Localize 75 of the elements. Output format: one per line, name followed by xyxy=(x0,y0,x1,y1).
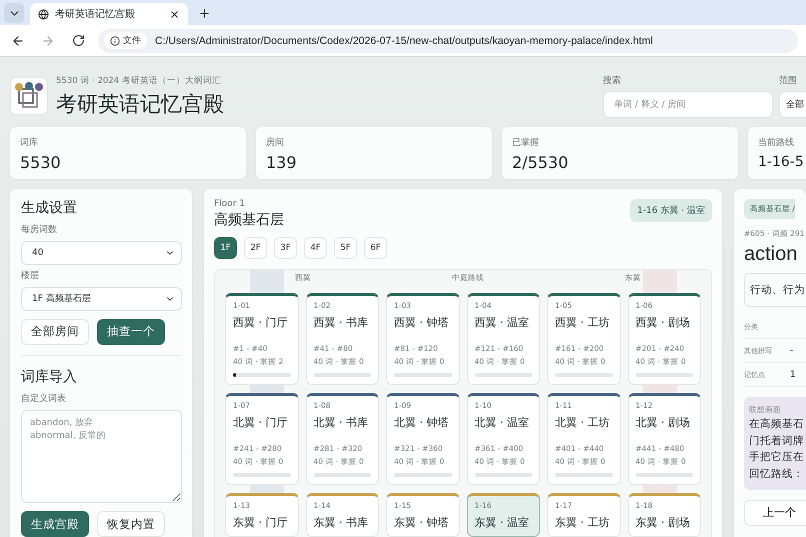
info-icon xyxy=(110,36,120,46)
stat-value: 2/5530 xyxy=(512,153,568,174)
current-room-badge: 1-16 东翼 · 温室 xyxy=(630,199,712,222)
globe-icon xyxy=(38,8,49,20)
tab-list-button[interactable] xyxy=(4,3,24,23)
scene-text: 在高频基石 xyxy=(749,418,805,432)
browser-tab[interactable]: 考研英语记忆宫殿 xyxy=(30,3,188,25)
url-text: C:/Users/Administrator/Documents/Codex/2026-07-15/new-chat/outputs/kaoyan-memory-palace/index.html xyxy=(155,34,653,46)
room-name: 北翼 · 书库 xyxy=(314,415,369,430)
floor-tab[interactable]: 3F xyxy=(274,237,297,259)
field-label: 每房词数 xyxy=(21,224,58,236)
room-name: 北翼 · 剧场 xyxy=(636,415,691,430)
stat-value: 1-16-5 xyxy=(758,153,804,172)
field-value: 1 xyxy=(790,370,796,380)
stat-label: 词库 xyxy=(20,136,39,149)
scene-text: 回忆路线： xyxy=(749,468,805,482)
room-name: 西翼 · 门厅 xyxy=(233,315,288,330)
floor-title: 高频基石层 xyxy=(214,211,284,229)
tab-title: 考研英语记忆宫殿 xyxy=(55,8,136,21)
logo-icon xyxy=(10,77,48,115)
room-name: 北翼 · 温室 xyxy=(474,415,530,430)
room-name: 西翼 · 钟塔 xyxy=(394,315,450,330)
room-name: 东翼 · 剧场 xyxy=(636,515,691,530)
search-field[interactable]: 单词 / 释义 / 房间 xyxy=(603,91,773,118)
room-name: 东翼 · 温室 xyxy=(474,515,530,530)
room-name: 东翼 · 书库 xyxy=(314,515,369,530)
per-room-select[interactable]: 40 xyxy=(21,241,182,265)
word-title: action xyxy=(744,242,798,267)
floor-tab[interactable]: 5F xyxy=(334,237,357,259)
room-name: 西翼 · 书库 xyxy=(314,315,369,330)
meaning-box: 行动、行为 xyxy=(744,273,806,307)
stat-label: 房间 xyxy=(266,136,285,149)
room-name: 西翼 · 工坊 xyxy=(555,315,610,330)
floor-select[interactable]: 1F 高频基石层 xyxy=(21,286,182,311)
scope-label: 范围 xyxy=(779,74,798,87)
floor-eyebrow: Floor 1 xyxy=(214,199,246,209)
room-name: 东翼 · 工坊 xyxy=(555,515,610,530)
action-button[interactable]: 生成宫殿 xyxy=(21,511,89,537)
close-icon[interactable] xyxy=(169,8,180,20)
field-value: - xyxy=(790,346,794,356)
room-name: 东翼 · 门厅 xyxy=(233,515,288,530)
section-title: 生成设置 xyxy=(21,199,78,217)
field-label: 自定义词表 xyxy=(21,392,67,405)
scope-select[interactable]: 全部 xyxy=(779,91,806,118)
previous-button[interactable]: 上一个 xyxy=(744,500,806,526)
room-name: 北翼 · 钟塔 xyxy=(394,415,450,430)
search-label: 搜索 xyxy=(603,74,622,87)
word-list-field[interactable]: abandon, 放弃 abnormal, 反常的 xyxy=(21,410,182,504)
action-button[interactable]: 抽查一个 xyxy=(97,318,165,345)
stat-label: 当前路线 xyxy=(758,136,795,149)
address-bar[interactable]: 文件 C:/Users/Administrator/Documents/Codex/2026-07-15/new-chat/outputs/kaoyan-memory-palace/index.html xyxy=(98,28,798,52)
forward-arrow-icon xyxy=(41,34,55,48)
scene-text: 手把它压在 xyxy=(749,451,805,465)
stat-value: 5530 xyxy=(20,153,61,174)
floor-tab[interactable]: 6F xyxy=(364,237,387,259)
room-name: 东翼 · 钟塔 xyxy=(394,515,450,530)
action-button[interactable]: 恢复内置 xyxy=(97,511,165,537)
floor-tab[interactable]: 2F xyxy=(244,237,267,259)
floor-tab[interactable]: 4F xyxy=(304,237,327,259)
plus-icon xyxy=(198,6,210,20)
field-label: 楼层 xyxy=(21,270,40,282)
room-name: 西翼 · 温室 xyxy=(474,315,530,330)
floor-tab[interactable]: 1F xyxy=(214,237,237,259)
reload-icon xyxy=(72,34,84,47)
app-title: 考研英语记忆宫殿 xyxy=(56,90,225,118)
stat-value: 139 xyxy=(266,153,297,174)
scene-text: 门托着词牌 xyxy=(749,434,805,448)
stat-label: 已掌握 xyxy=(512,136,540,149)
site-info-chip[interactable]: 文件 xyxy=(104,32,147,49)
subtitle: 5530 词 · 2024 考研英语（一）大纲词汇 xyxy=(56,74,222,86)
action-button[interactable]: 全部房间 xyxy=(21,318,89,345)
room-name: 北翼 · 门厅 xyxy=(233,415,288,430)
section-title: 词库导入 xyxy=(21,368,78,386)
room-name: 北翼 · 工坊 xyxy=(555,415,610,430)
room-name: 西翼 · 剧场 xyxy=(636,315,691,330)
